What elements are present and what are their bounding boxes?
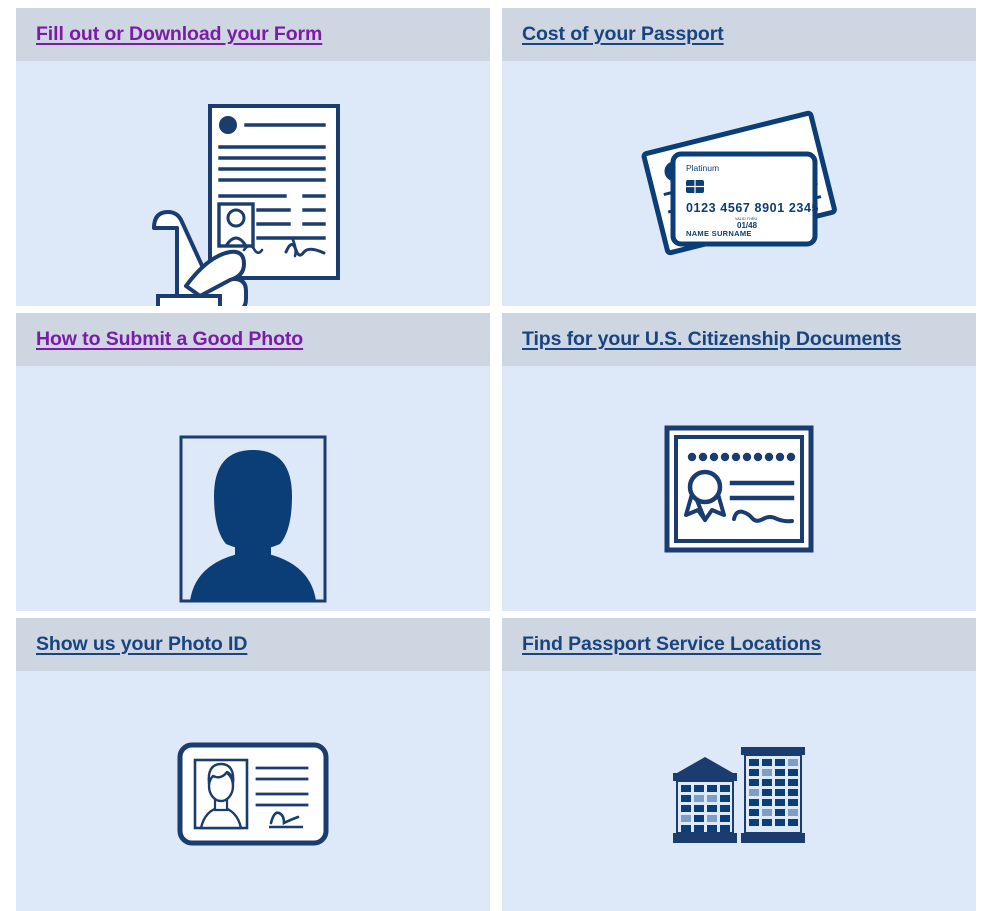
card-title-link-how-to-submit-a-good-photo[interactable]: How to Submit a Good Photo: [36, 328, 303, 350]
credit-card-number: 0123 4567 8901 2345: [686, 201, 819, 215]
credit-card-and-envelope-icon: Platinum 0123 4567 8901 2345 VALID THRU …: [641, 110, 837, 255]
card-illustration-area: [16, 671, 490, 911]
card-cost-of-your-passport[interactable]: Cost of your Passport Platinum 0123 4567…: [502, 8, 976, 306]
card-title-link-find-passport-service-locations[interactable]: Find Passport Service Locations: [522, 633, 821, 655]
card-find-passport-service-locations[interactable]: Find Passport Service Locations: [502, 618, 976, 911]
credit-card-holder-name: NAME SURNAME: [686, 229, 752, 238]
photo-id-card-icon: [177, 742, 329, 845]
card-header: How to Submit a Good Photo: [16, 313, 490, 366]
office-buildings-icon: [673, 746, 805, 843]
card-header: Fill out or Download your Form: [16, 8, 490, 61]
card-illustration-area: [502, 671, 976, 911]
card-show-us-your-photo-id[interactable]: Show us your Photo ID: [16, 618, 490, 911]
card-illustration-area: [16, 366, 490, 611]
card-title-link-tips-for-your-us-citizenship-documents[interactable]: Tips for your U.S. Citizenship Documents: [522, 328, 901, 350]
card-title-link-cost-of-your-passport[interactable]: Cost of your Passport: [522, 23, 724, 45]
card-title-link-show-us-your-photo-id[interactable]: Show us your Photo ID: [36, 633, 247, 655]
card-fill-out-or-download-your-form[interactable]: Fill out or Download your Form: [16, 8, 490, 306]
credit-card-brand-label: Platinum: [686, 163, 719, 173]
card-header: Tips for your U.S. Citizenship Documents: [502, 313, 976, 366]
card-title-link-fill-out-or-download-your-form[interactable]: Fill out or Download your Form: [36, 23, 322, 45]
passport-photo-silhouette-icon: [179, 435, 327, 602]
card-tips-for-your-us-citizenship-documents[interactable]: Tips for your U.S. Citizenship Documents: [502, 313, 976, 611]
card-how-to-submit-a-good-photo[interactable]: How to Submit a Good Photo: [16, 313, 490, 611]
card-header: Find Passport Service Locations: [502, 618, 976, 671]
hand-holding-form-icon: [152, 103, 340, 306]
citizenship-certificate-icon: [664, 425, 814, 552]
card-illustration-area: [502, 366, 976, 611]
card-illustration-area: Platinum 0123 4567 8901 2345 VALID THRU …: [502, 61, 976, 306]
passport-help-card-grid: Fill out or Download your Form Cost of y…: [0, 0, 994, 911]
card-illustration-area: [16, 61, 490, 306]
card-header: Cost of your Passport: [502, 8, 976, 61]
card-header: Show us your Photo ID: [16, 618, 490, 671]
